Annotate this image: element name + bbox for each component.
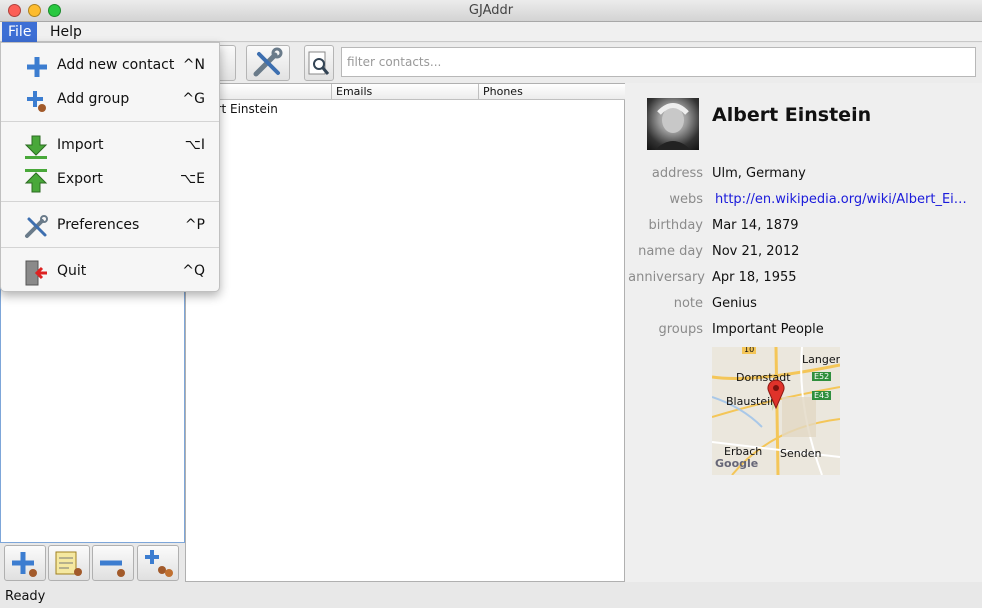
shortcut: ⌥I	[184, 137, 205, 153]
add-group-icon	[27, 91, 46, 112]
note-label: note	[673, 296, 703, 311]
portrait-icon	[655, 103, 691, 150]
map-place-label: Senden	[780, 447, 822, 460]
groups-label: groups	[658, 322, 703, 337]
menu-item-add-group[interactable]: Add group ^G	[1, 85, 219, 115]
search-icon	[308, 51, 330, 75]
birthday-label: birthday	[648, 218, 703, 233]
group-actions-bar	[0, 544, 185, 582]
quit-door-icon	[25, 260, 47, 286]
help-menu[interactable]: Help	[44, 22, 88, 42]
edit-group-icon	[55, 551, 82, 576]
shortcut: ^Q	[182, 263, 205, 279]
window-title: GJAddr	[468, 3, 514, 18]
file-menu-dropdown: Add new contact ^N Add group ^G Import ⌥…	[0, 42, 220, 292]
preferences-button[interactable]	[246, 45, 290, 81]
menu-separator	[1, 121, 219, 122]
add-group-icon	[12, 552, 37, 577]
map-attribution: Google	[715, 457, 759, 470]
address-value: Ulm, Germany	[712, 166, 806, 181]
shortcut: ^P	[184, 217, 205, 233]
name-day-value: Nov 21, 2012	[712, 244, 800, 259]
wrench-screwdriver-icon	[25, 215, 48, 238]
map-road-label: E43	[812, 391, 832, 400]
webs-label: webs	[669, 192, 703, 207]
name-day-label: name day	[638, 244, 703, 259]
menu-item-quit[interactable]: Quit ^Q	[1, 257, 219, 287]
contact-photo	[647, 98, 699, 150]
add-to-group-button[interactable]	[137, 545, 179, 581]
menu-item-import[interactable]: Import ⌥I	[1, 131, 219, 161]
minimize-window-button[interactable]	[28, 4, 41, 17]
filter-contacts-input[interactable]	[341, 47, 976, 77]
menu-separator	[1, 247, 219, 248]
remove-group-icon	[100, 560, 125, 577]
menu-separator	[1, 201, 219, 202]
column-header-phones[interactable]: Phones	[479, 84, 626, 100]
groups-value: Important People	[712, 322, 824, 337]
shortcut: ⌥E	[180, 171, 205, 187]
note-value: Genius	[712, 296, 757, 311]
status-bar: Ready	[0, 588, 982, 608]
search-button[interactable]	[304, 45, 334, 81]
column-header-emails[interactable]: Emails	[332, 84, 479, 100]
add-to-group-icon	[145, 550, 173, 577]
table-row[interactable]: Albert Einstein	[186, 100, 624, 118]
shortcut: ^G	[182, 91, 205, 107]
location-map[interactable]: 10 E52 E43 Langer Dornstadt Blaustein Er…	[712, 347, 840, 475]
anniversary-value: Apr 18, 1955	[712, 270, 797, 285]
contact-detail-panel: Albert Einstein address Ulm, Germany web…	[625, 83, 982, 582]
title-bar: GJAddr	[0, 0, 982, 22]
close-window-button[interactable]	[8, 4, 21, 17]
contacts-table: Emails Phones Albert Einstein	[185, 83, 626, 582]
menu-bar: File Help	[0, 22, 982, 42]
menu-item-preferences[interactable]: Preferences ^P	[1, 211, 219, 241]
map-pin-icon	[767, 379, 785, 409]
menu-item-export[interactable]: Export ⌥E	[1, 165, 219, 195]
birthday-value: Mar 14, 1879	[712, 218, 799, 233]
edit-group-button[interactable]	[48, 545, 90, 581]
map-road-label: E52	[812, 372, 832, 381]
address-label: address	[651, 166, 703, 181]
shortcut: ^N	[182, 57, 205, 73]
add-group-button[interactable]	[4, 545, 46, 581]
import-icon	[24, 135, 48, 159]
menu-item-add-new-contact[interactable]: Add new contact ^N	[1, 51, 219, 81]
file-menu[interactable]: File	[2, 22, 38, 42]
zoom-window-button[interactable]	[48, 4, 61, 17]
wrench-screwdriver-icon	[253, 47, 283, 77]
contact-name-heading: Albert Einstein	[712, 104, 872, 126]
remove-group-button[interactable]	[92, 545, 134, 581]
anniversary-label: anniversary	[628, 270, 705, 285]
export-icon	[24, 169, 48, 193]
status-text: Ready	[5, 589, 46, 604]
add-contact-icon	[27, 57, 47, 77]
map-place-label: Langer	[802, 353, 840, 366]
webs-link[interactable]: http://en.wikipedia.org/wiki/Albert_Ei…	[715, 192, 980, 207]
map-road-label: 10	[742, 347, 757, 354]
